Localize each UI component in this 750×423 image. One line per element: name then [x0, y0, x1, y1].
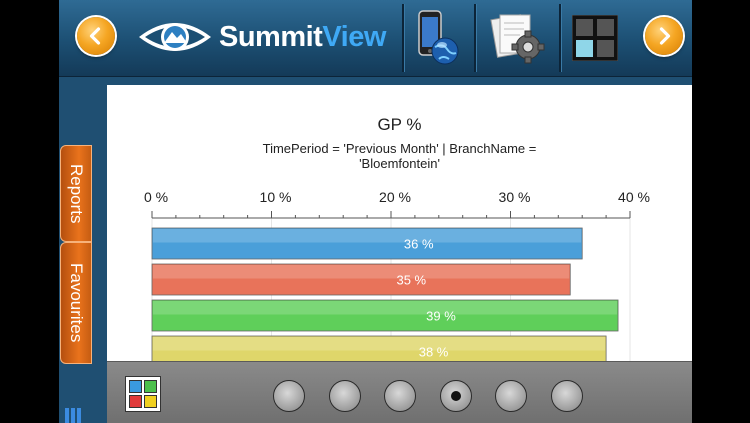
bar-highlight [153, 265, 570, 279]
tab-reports-label: Reports [67, 163, 86, 224]
eye-mountain-logo-icon [139, 23, 211, 51]
mobile-globe-icon [418, 10, 459, 65]
bar-highlight [153, 229, 582, 243]
tick-label: 10 % [260, 189, 292, 205]
top-toolbar: SummitView [59, 0, 692, 77]
toolbar-divider [402, 4, 405, 72]
page-dot[interactable] [329, 380, 361, 412]
bars-icon [65, 408, 81, 423]
layout-button[interactable] [569, 8, 621, 68]
tick-label: 40 % [618, 189, 650, 205]
page-dot[interactable] [273, 380, 305, 412]
back-button[interactable] [77, 17, 115, 55]
page-dot[interactable] [551, 380, 583, 412]
settings-document-icon [490, 14, 545, 64]
app-window: SummitView Reports Favourites GP % TimeP… [59, 0, 692, 423]
bar-highlight [153, 337, 606, 351]
logo-text-part2: View [322, 20, 386, 53]
mobile-globe-button[interactable] [409, 8, 465, 68]
logo-text: SummitView [219, 21, 386, 54]
forward-button[interactable] [645, 17, 683, 55]
tab-favourites[interactable]: Favourites [60, 242, 92, 364]
tab-favourites-label: Favourites [67, 263, 86, 343]
layout-grid-icon [572, 15, 618, 61]
settings-button[interactable] [484, 8, 554, 68]
page-dot[interactable] [440, 380, 472, 412]
logo-text-part1: Summit [219, 20, 323, 53]
tick-label: 20 % [379, 189, 411, 205]
data-label: 38 % [419, 345, 449, 360]
toolbar-divider [474, 4, 477, 72]
tab-reports[interactable]: Reports [60, 145, 92, 242]
data-label: 36 % [404, 237, 434, 252]
app-logo: SummitView [137, 14, 386, 60]
tick-label: 0 % [144, 189, 168, 205]
page-dot[interactable] [384, 380, 416, 412]
data-label: 39 % [426, 309, 456, 324]
page-dot[interactable] [495, 380, 527, 412]
bottom-bar [107, 361, 692, 423]
chevron-left-icon [89, 27, 101, 45]
toolbar-divider [559, 4, 562, 72]
tile-view-button[interactable] [125, 376, 161, 412]
bar-highlight [153, 301, 618, 315]
chevron-right-icon [659, 27, 671, 45]
data-label: 35 % [396, 273, 426, 288]
tick-label: 30 % [499, 189, 531, 205]
